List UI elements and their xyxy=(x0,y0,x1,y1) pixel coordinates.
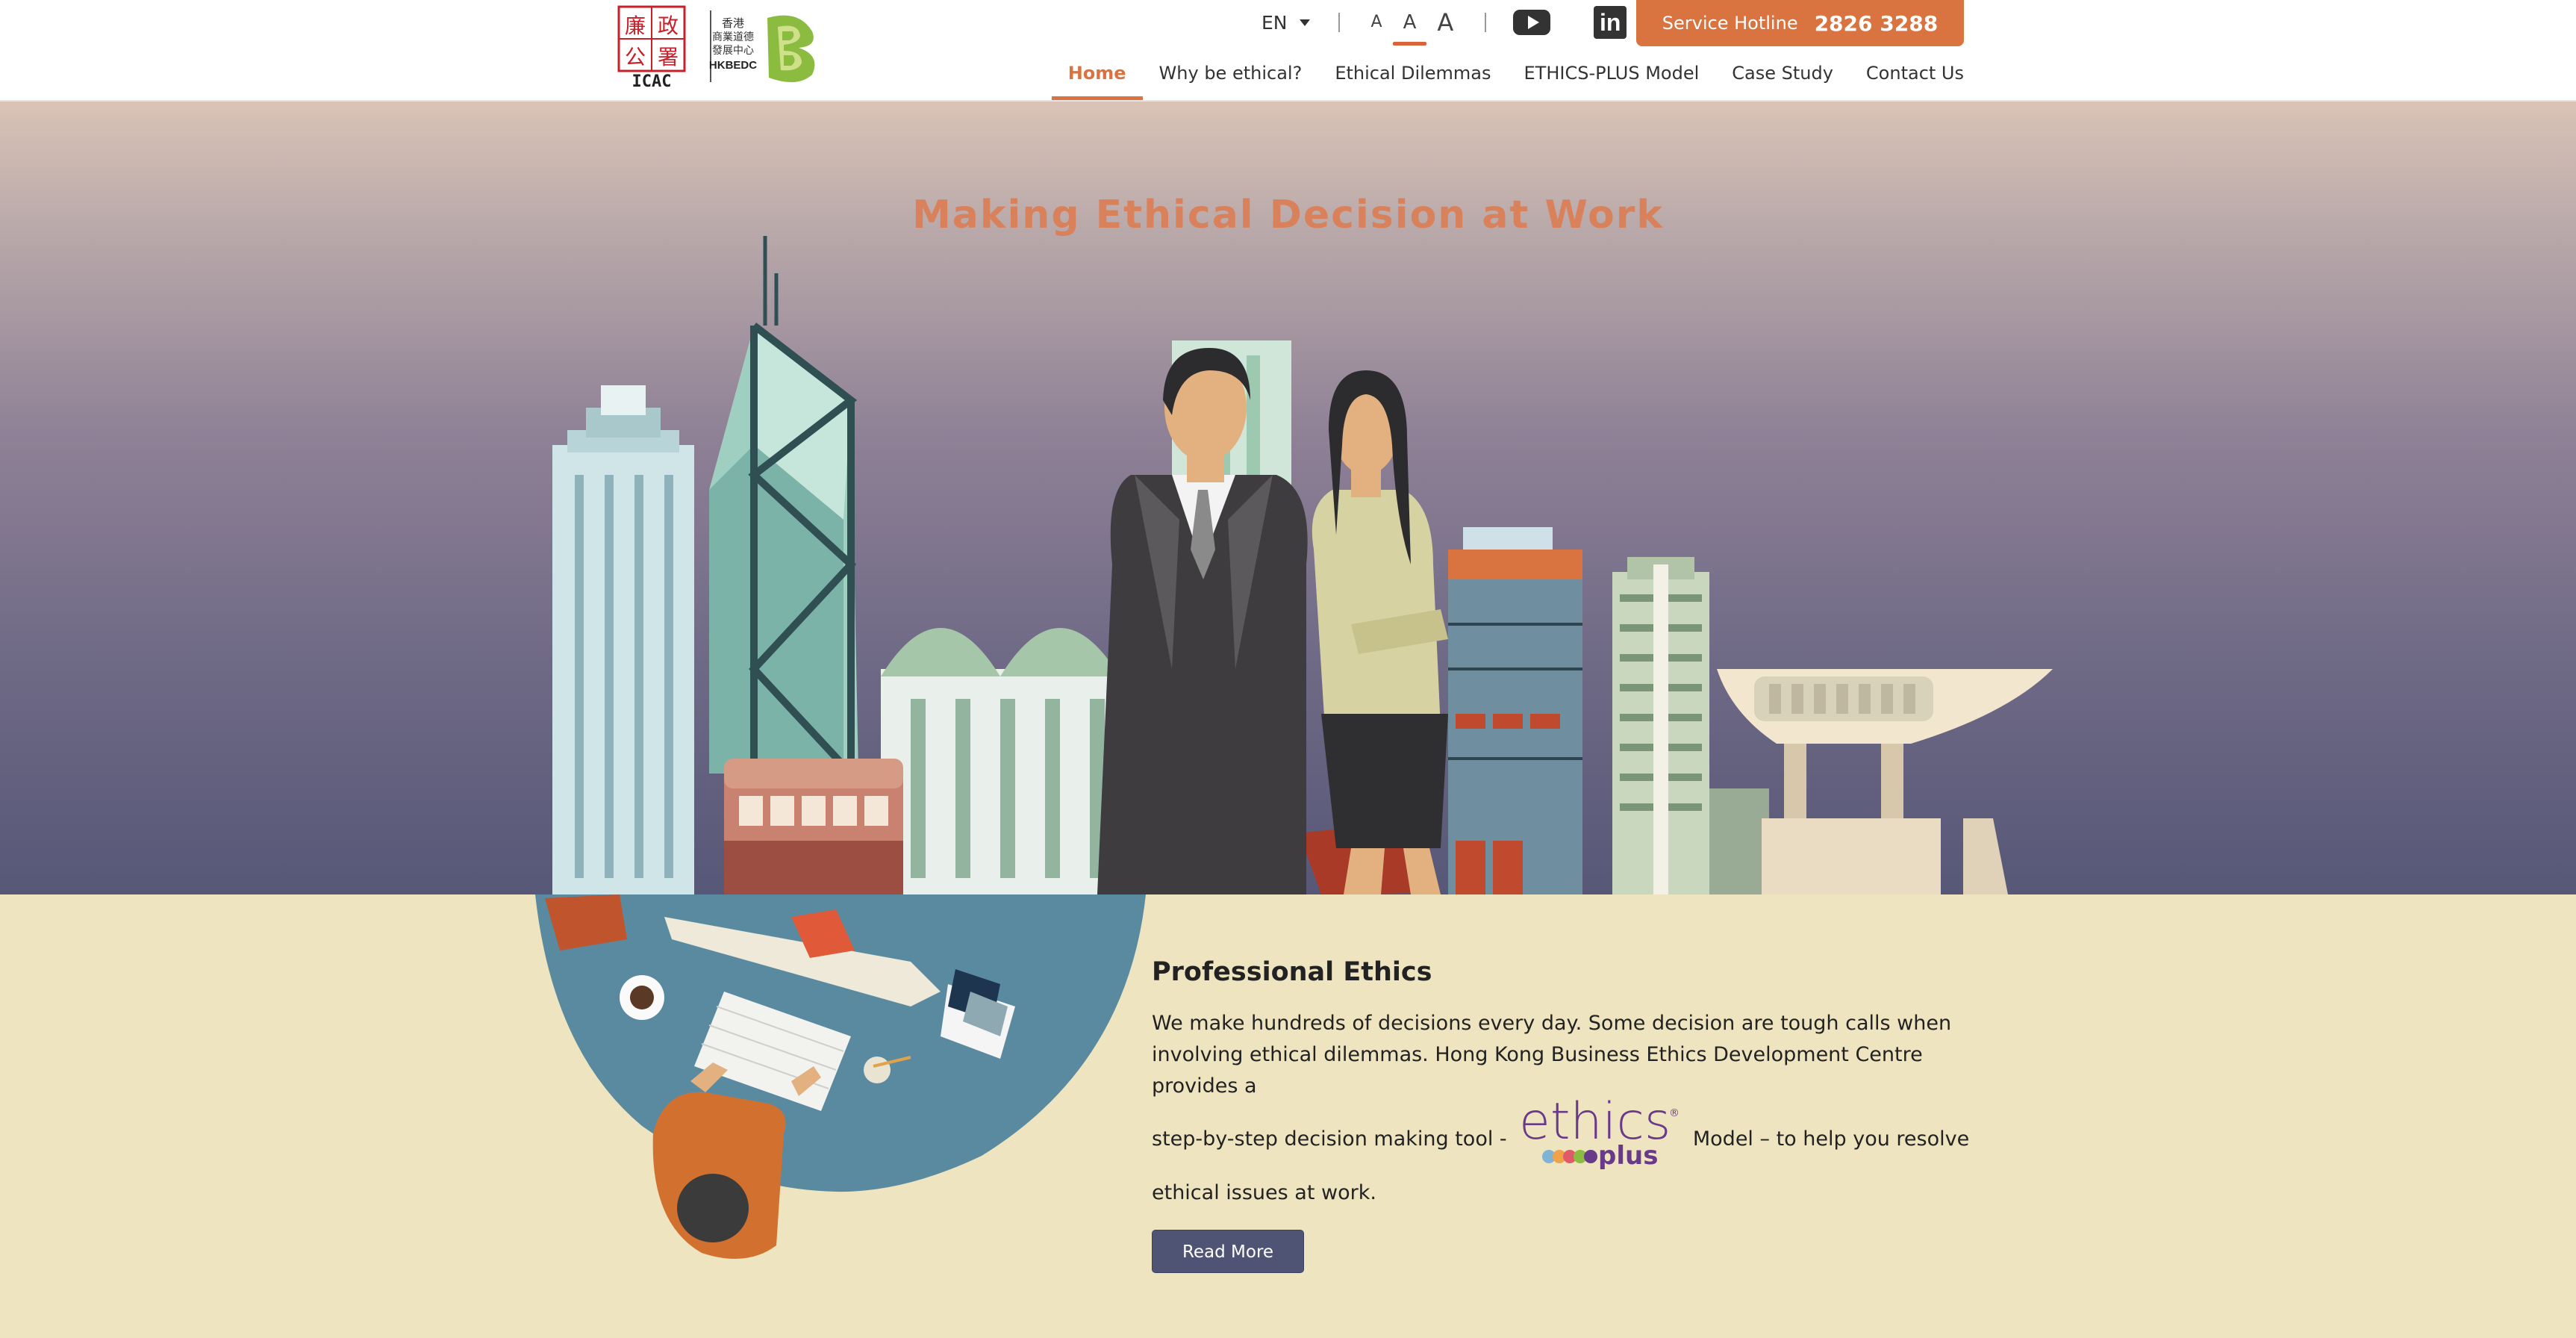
caret-down-icon xyxy=(1299,19,1310,26)
professional-ethics-section: Professional Ethics We make hundreds of … xyxy=(0,894,2576,1338)
plus-logo-word: plus xyxy=(1598,1141,1658,1171)
section-title: Professional Ethics xyxy=(1152,957,1432,987)
hotline-number: 2826 3288 xyxy=(1814,10,1939,36)
svg-text:公: 公 xyxy=(625,45,646,69)
nav-item-why-be-ethical[interactable]: Why be ethical? xyxy=(1143,60,1319,100)
body-line: We make hundreds of decisions every day.… xyxy=(1152,1012,1952,1035)
read-more-button[interactable]: Read More xyxy=(1152,1229,1304,1273)
nav-item-contact-us[interactable]: Contact Us xyxy=(1850,60,1964,100)
body-line-text: step-by-step decision making tool - xyxy=(1152,1127,1507,1151)
peak-tower xyxy=(1717,669,2053,894)
font-size-large-button[interactable]: A xyxy=(1426,4,1464,41)
hkbedc-logo-label: HKBEDC xyxy=(709,59,757,72)
icac-logo-label: ICAC xyxy=(632,72,672,90)
icac-chinese-char-1: 廉 xyxy=(625,13,646,38)
icac-logo[interactable]: 廉 政 公 署 ICAC xyxy=(617,4,687,90)
body-line: ethical issues at work. xyxy=(1152,1180,1376,1204)
glass-tower xyxy=(552,385,694,894)
svg-text:政: 政 xyxy=(658,13,679,38)
utility-bar: EN A A A in xyxy=(1254,0,1627,46)
body-line-with-logo: step-by-step decision making tool - ethi… xyxy=(1152,1100,1980,1177)
svg-text:發展中心: 發展中心 xyxy=(712,45,754,57)
section-body: We make hundreds of decisions every day.… xyxy=(1152,1008,1980,1209)
tram-illustration xyxy=(724,759,903,894)
divider xyxy=(1338,13,1340,32)
hotline-label: Service Hotline xyxy=(1662,13,1798,34)
glass-building-right xyxy=(1448,527,1582,894)
hero-banner: Making Ethical Decision at Work xyxy=(0,102,2576,894)
linkedin-icon[interactable]: in xyxy=(1594,6,1627,39)
ethics-text-block: Professional Ethics We make hundreds of … xyxy=(1152,957,1980,1273)
hong-kong-skyline-illustration xyxy=(552,236,2053,894)
nav-item-ethics-plus-model[interactable]: ETHICS-PLUS Model xyxy=(1508,60,1716,100)
font-size-small-button[interactable]: A xyxy=(1361,4,1393,41)
ethics-plus-logo: ethics ® plus xyxy=(1519,1100,1680,1171)
language-selector[interactable]: EN xyxy=(1254,12,1317,34)
svg-text:香港: 香港 xyxy=(722,16,744,30)
nav-item-case-study[interactable]: Case Study xyxy=(1715,60,1850,100)
youtube-icon[interactable] xyxy=(1513,10,1551,35)
body-line: involving ethical dilemmas. Hong Kong Bu… xyxy=(1152,1043,1923,1098)
desk-workspace-illustration xyxy=(535,894,1146,1259)
svg-text:商業道德: 商業道德 xyxy=(712,31,754,43)
language-label: EN xyxy=(1262,11,1288,34)
businesswoman-figure xyxy=(1312,370,1448,894)
office-tower-right xyxy=(1612,557,1769,894)
hkbedc-logo[interactable]: 香港 商業道德 發展中心 HKBEDC xyxy=(709,9,821,84)
site-header: 廉 政 公 署 ICAC 香港 商業道德 發展中心 HKBEDC EN A A … xyxy=(0,0,2576,102)
main-navigation: Home Why be ethical? Ethical Dilemmas ET… xyxy=(1051,60,1964,102)
service-hotline-button[interactable]: Service Hotline 2826 3288 xyxy=(1636,0,1964,46)
font-size-medium-button[interactable]: A xyxy=(1392,4,1427,46)
svg-text:®: ® xyxy=(1669,1107,1680,1119)
body-line-text: Model – to help you resolve xyxy=(1692,1127,1970,1151)
svg-text:署: 署 xyxy=(658,45,679,69)
nav-item-ethical-dilemmas[interactable]: Ethical Dilemmas xyxy=(1318,60,1507,100)
divider xyxy=(1485,13,1487,32)
nav-item-home[interactable]: Home xyxy=(1051,60,1143,100)
